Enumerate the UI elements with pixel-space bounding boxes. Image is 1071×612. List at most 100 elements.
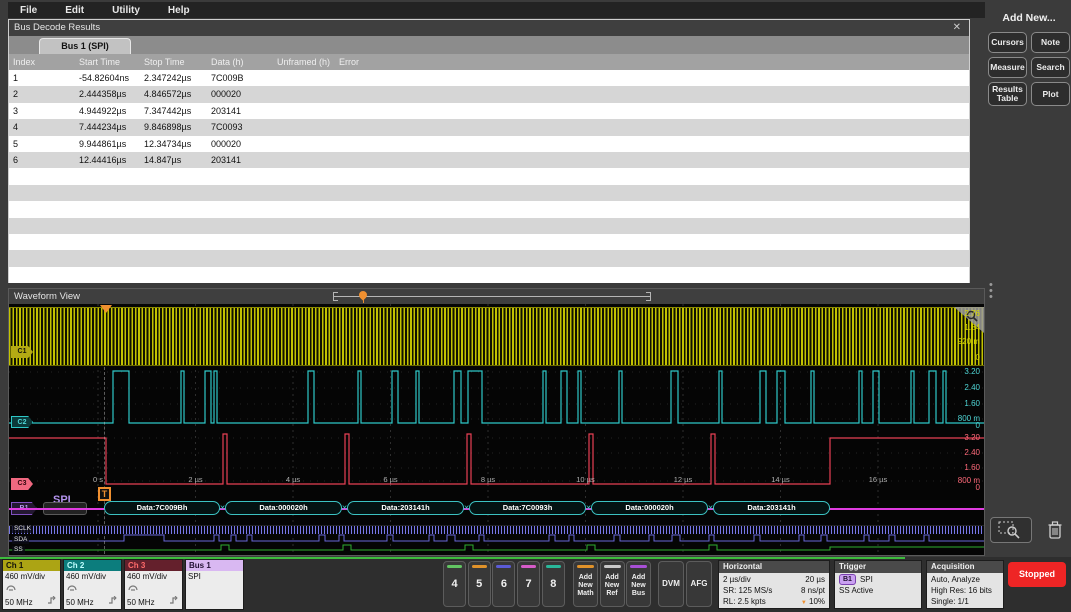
trigger-status: SS Active <box>839 585 917 596</box>
table-cell <box>335 136 969 152</box>
digital-label-sda: SDA <box>12 536 29 544</box>
column-header[interactable]: Data (h) <box>207 54 273 70</box>
table-row-empty <box>9 201 969 217</box>
spi-decode-frame[interactable]: Data:000020h <box>591 501 708 515</box>
splitter-handle-icon[interactable]: ••• <box>989 282 993 300</box>
right-sidebar: Add New... CursorsNoteMeasureSearchResul… <box>987 0 1071 557</box>
pan-right-bracket[interactable] <box>646 292 651 301</box>
zoom-select-button[interactable] <box>990 517 1032 543</box>
add-new-measure-button[interactable]: Measure <box>988 57 1027 78</box>
channel-button-4[interactable]: 4 <box>443 561 466 607</box>
add-new-note-button[interactable]: Note <box>1031 32 1070 53</box>
column-header[interactable]: Unframed (h) <box>273 54 335 70</box>
spi-decode-frame[interactable]: Data:203141h <box>713 501 830 515</box>
table-row[interactable]: 22.444358µs4.846572µs000020 <box>9 86 969 102</box>
table-cell: 12.44416µs <box>75 152 140 168</box>
table-row-empty <box>9 234 969 250</box>
digital-label-ss: SS <box>12 546 25 554</box>
table-row-empty <box>9 267 969 283</box>
add-new-title: Add New... <box>987 12 1071 24</box>
channel-settings: 460 mV/div50 MHz <box>3 571 60 609</box>
column-header[interactable]: Start Time <box>75 54 140 70</box>
results-tab-strip: Bus 1 (SPI) <box>9 36 969 54</box>
table-cell: 9.846898µs <box>140 119 207 135</box>
add-new-plot-button[interactable]: Plot <box>1031 82 1070 106</box>
table-cell: 7C009B <box>207 70 273 86</box>
channel-badge-bus1[interactable]: Bus 1SPI <box>185 559 244 610</box>
acquisition-title: Acquisition <box>927 561 1003 573</box>
add-new-bus-button[interactable]: Add New Bus <box>626 561 651 607</box>
spi-decode-frame[interactable]: Data:7C0093h <box>469 501 586 515</box>
trigger-panel[interactable]: Trigger B1 SPI SS Active <box>834 560 922 609</box>
probe-icon <box>67 583 77 593</box>
table-cell: 12.34734µs <box>140 136 207 152</box>
ch3-scale-label: 0 <box>976 484 980 492</box>
channel-badge-ch2[interactable]: Ch 2460 mV/div50 MHz <box>63 559 122 610</box>
ch1-scale-label: 920 m <box>958 338 980 346</box>
channel-button-6[interactable]: 6 <box>492 561 515 607</box>
tab-bus1-spi[interactable]: Bus 1 (SPI) <box>39 38 131 54</box>
acquisition-panel[interactable]: Acquisition Auto, AnalyzeHigh Res: 16 bi… <box>926 560 1004 609</box>
column-header[interactable]: Index <box>9 54 75 70</box>
button-color-stripe <box>604 565 621 568</box>
ch1-scale-label: 2.76 <box>964 310 980 318</box>
trash-button[interactable] <box>1042 517 1068 543</box>
channel-name: Ch 2 <box>64 560 121 571</box>
table-row[interactable]: 1-54.82604ns2.347242µs7C009B <box>9 70 969 86</box>
waveform-graticule[interactable]: C1 C2 C3 B1 SPI — T 2.761.84920 m03.202.… <box>9 304 984 555</box>
pan-zoom-track[interactable] <box>333 296 651 297</box>
pan-left-bracket[interactable] <box>333 292 338 301</box>
channel-color-stripe <box>546 565 561 568</box>
spi-decode-frame[interactable]: Data:7C009Bh <box>104 501 220 515</box>
afg-button[interactable]: AFG <box>686 561 712 607</box>
table-cell: 7.444234µs <box>75 119 140 135</box>
ch3-scale-label: 1.60 <box>964 464 980 472</box>
ch3-scale-label: 2.40 <box>964 449 980 457</box>
bus-trigger-t-icon: T <box>98 487 111 501</box>
table-row[interactable]: 47.444234µs9.846898µs7C0093 <box>9 119 969 135</box>
add-new-cursors-button[interactable]: Cursors <box>988 32 1027 53</box>
channel-name: Bus 1 <box>186 560 243 571</box>
menu-edit[interactable]: Edit <box>65 5 84 16</box>
horizontal-panel[interactable]: Horizontal 2 µs/div20 µsSR: 125 MS/s8 ns… <box>718 560 830 609</box>
button-color-stripe <box>577 565 594 568</box>
spi-decode-frame[interactable]: Data:203141h <box>347 501 464 515</box>
horizontal-row: SR: 125 MS/s8 ns/pt <box>723 585 825 596</box>
time-axis-label: 12 µs <box>674 475 693 484</box>
table-row[interactable]: 59.944861µs12.34734µs000020 <box>9 136 969 152</box>
menu-file[interactable]: File <box>20 5 37 16</box>
add-new-ref-button[interactable]: Add New Ref <box>600 561 625 607</box>
column-header[interactable]: Error <box>335 54 969 70</box>
table-cell: 4.944922µs <box>75 103 140 119</box>
ch1-scale-label: 1.84 <box>964 324 980 332</box>
ch2-scale-label: 2.40 <box>964 384 980 392</box>
table-row[interactable]: 612.44416µs14.847µs203141 <box>9 152 969 168</box>
time-axis-label: 0 s <box>93 475 103 484</box>
menu-help[interactable]: Help <box>168 5 190 16</box>
column-header[interactable]: Stop Time <box>140 54 207 70</box>
channel-button-8[interactable]: 8 <box>542 561 565 607</box>
spi-decode-frame[interactable]: Data:000020h <box>225 501 342 515</box>
close-icon[interactable]: ✕ <box>953 20 961 36</box>
acquisition-line: High Res: 16 bits <box>931 585 999 596</box>
channel-badge-ch3[interactable]: Ch 3460 mV/div50 MHz <box>124 559 183 610</box>
trigger-pos-icon: ▼ <box>801 600 807 606</box>
table-row[interactable]: 34.944922µs7.347442µs203141 <box>9 103 969 119</box>
table-cell: 3 <box>9 103 75 119</box>
horizontal-row: 2 µs/div20 µs <box>723 574 825 585</box>
stopped-button[interactable]: Stopped <box>1008 562 1066 587</box>
channel-button-5[interactable]: 5 <box>468 561 491 607</box>
ch1-clock-waveform <box>9 307 984 366</box>
channel-bandwidth: 50 MHz <box>127 598 155 607</box>
add-new-results-table-button[interactable]: Results Table <box>988 82 1027 106</box>
add-new-search-button[interactable]: Search <box>1031 57 1070 78</box>
add-new-math-button[interactable]: Add New Math <box>573 561 598 607</box>
table-cell <box>273 136 335 152</box>
probe-icon <box>6 583 16 593</box>
table-cell <box>273 152 335 168</box>
menu-utility[interactable]: Utility <box>112 5 140 16</box>
channel-scale: 460 mV/div <box>127 572 180 581</box>
channel-badge-ch1[interactable]: Ch 1460 mV/div50 MHz <box>2 559 61 610</box>
channel-button-7[interactable]: 7 <box>517 561 540 607</box>
dvm-button[interactable]: DVM <box>658 561 684 607</box>
